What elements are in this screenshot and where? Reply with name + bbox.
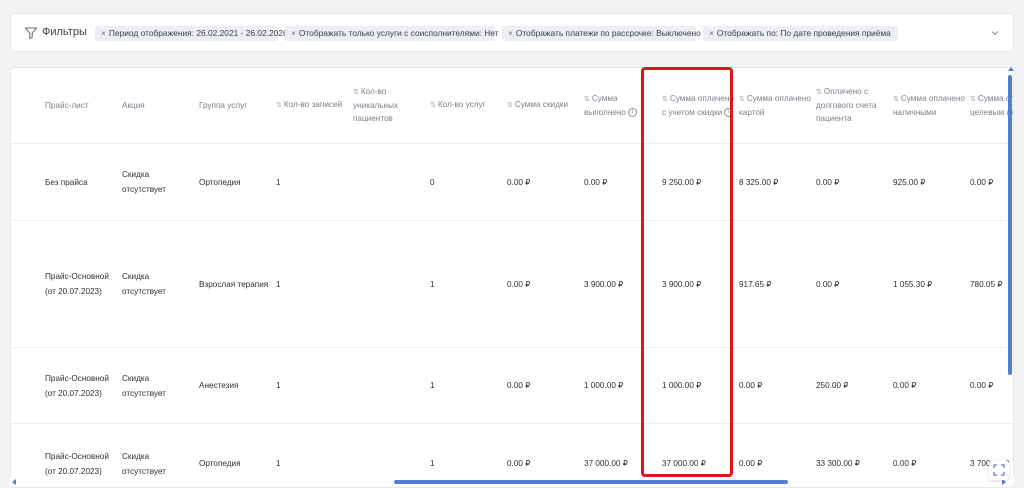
sort-icon[interactable]: ⇅ [893,96,899,103]
filter-chip[interactable]: × Отображать только услуги с соисполнител… [285,26,499,41]
column-header[interactable]: ⇅ Кол-во уникальных пациентов [353,68,430,142]
column-header[interactable]: ⇅ Кол-во услуг [430,68,507,142]
column-header-label: Группа услуг [199,100,248,110]
column-header[interactable]: ⇅ Сумма скидки [507,68,584,142]
column-header: Группа услуг [199,68,276,142]
sort-icon[interactable]: ⇅ [507,102,513,109]
table-cell: 1 [276,279,281,289]
table-cell: 1 [276,177,281,187]
column-header[interactable]: ⇅ Оплачено с долгового счета пациента [816,68,893,142]
info-icon[interactable]: i [627,107,637,117]
table-cell: 1 000.00 ₽ [584,381,624,390]
sort-icon[interactable]: ⇅ [739,96,745,103]
table-cell: 0.00 ₽ [739,381,763,390]
filter-chip-label: Отображать платежи по рассрочке: Выключе… [515,28,701,38]
table-cell: 1 000.00 ₽ [662,381,702,390]
table-cell: 3 900.00 ₽ [584,279,624,289]
filter-chip-label: Отображать по: По дате проведения приёма [716,28,891,38]
table-cell: 0 [430,177,435,187]
filter-chip[interactable]: × Период отображения: 26.02.2021 - 26.02.… [95,26,288,41]
column-header[interactable]: ⇅ Сумма оплачено с учетом скидки i [662,68,739,142]
table-cell [353,348,430,423]
table-cell: Скидка отсутствует [122,170,166,194]
table-cell: 0.00 ₽ [893,381,917,390]
filter-chip-label: Отображать только услуги с соисполнителя… [298,28,499,38]
table-cell: Скидка отсутствует [122,373,166,398]
filters-title: Фильтры [42,26,87,38]
column-header: Прайс-лист [45,68,122,142]
column-header-label: Кол-во записей [283,100,343,109]
horizontal-scroll-thumb[interactable] [394,480,788,484]
sort-icon[interactable]: ⇅ [970,96,976,103]
table-cell: 1 [430,381,435,390]
table-cell: Без прайса [45,177,88,187]
table-cell: Анестезия [199,381,239,390]
table-cell: Прайс-Основной (от 20.07.2023) [45,373,109,398]
column-header-label: Сумма выполнено [584,93,626,117]
filter-bar[interactable]: Фильтры × Период отображения: 26.02.2021 … [10,13,1014,52]
table-cell: 9 250.00 ₽ [662,177,702,187]
table-cell: 1 055.30 ₽ [893,279,933,289]
sort-icon[interactable]: ⇅ [584,96,590,103]
column-header: Акция [122,68,199,142]
filter-chip-label: Период отображения: 26.02.2021 - 26.02.2… [108,28,288,38]
table-cell: Ортопедия [199,177,241,187]
scroll-left-icon[interactable] [12,479,16,485]
table-cell: Скидка отсутствует [122,272,166,296]
sort-icon[interactable]: ⇅ [353,89,359,96]
column-header-label: Сумма оплачено с учетом скидки [662,93,734,117]
sort-icon[interactable]: ⇅ [276,102,282,109]
table-cell: 0.00 ₽ [507,177,531,187]
chevron-down-icon[interactable] [991,29,999,37]
sort-icon[interactable]: ⇅ [816,89,822,96]
column-header-label: Акция [122,100,145,110]
column-header-label: Прайс-лист [45,100,89,110]
table-cell: 0.00 ₽ [816,177,840,187]
column-header-label: Сумма оплачено картой [739,93,811,117]
vertical-scroll-thumb[interactable] [1008,75,1012,375]
scroll-up-icon[interactable] [1008,67,1014,71]
column-header-label: Сумма скидки [514,100,569,109]
table-cell: Прайс-Основной (от 20.07.2023) [45,272,109,296]
column-header[interactable]: ⇅ Сумма оплачено наличными [893,68,970,142]
sort-icon[interactable]: ⇅ [662,96,668,103]
table-cell [353,221,430,347]
table-cell: 0.00 ₽ [507,381,531,390]
filter-icon [24,27,38,40]
horizontal-scrollbar[interactable] [10,478,1014,486]
table-cell: 3 900.00 ₽ [662,279,702,289]
fullscreen-icon [993,464,1005,476]
table-cell: 1 [276,381,281,390]
report-table: Прайс-лист Акция Группа услуг ⇅ Кол-во запис… [10,67,1014,488]
info-icon[interactable]: i [724,107,734,117]
table-cell: 0.00 ₽ [816,279,840,289]
table-cell: 0.00 ₽ [507,279,531,289]
remove-chip-icon[interactable]: × [508,28,513,38]
fullscreen-button[interactable] [989,460,1009,480]
column-header[interactable]: ⇅ Сумма выполнено i [584,68,662,142]
column-header-label: Сумма оплачено наличными [893,93,965,117]
filter-chip[interactable]: × Отображать платежи по рассрочке: Выключ… [502,26,701,41]
table-cell: 1 [430,279,435,289]
column-header-label: Оплачено с долгового счета пациента [816,87,877,123]
filter-chip[interactable]: × Отображать по: По дате проведения приём… [703,26,898,41]
table-cell [353,144,430,220]
vertical-scrollbar[interactable] [1006,67,1014,477]
remove-chip-icon[interactable]: × [101,28,106,38]
table-cell: 917.65 ₽ [739,279,772,289]
table-cell: 8 325.00 ₽ [739,177,779,187]
table-cell: 0.00 ₽ [584,177,608,187]
table-cell: Взрослая терапия [199,279,269,289]
column-header-label: Кол-во услуг [437,100,486,109]
column-header[interactable]: ⇅ Сумма оплачено картой [739,68,816,142]
column-header-label: Кол-во уникальных пациентов [353,87,399,123]
column-header[interactable]: ⇅ Кол-во записей [276,68,353,142]
remove-chip-icon[interactable]: × [291,28,296,38]
table-cell: 925.00 ₽ [893,177,926,187]
sort-icon[interactable]: ⇅ [430,102,436,109]
table-cell: 250.00 ₽ [816,381,849,390]
remove-chip-icon[interactable]: × [709,28,714,38]
